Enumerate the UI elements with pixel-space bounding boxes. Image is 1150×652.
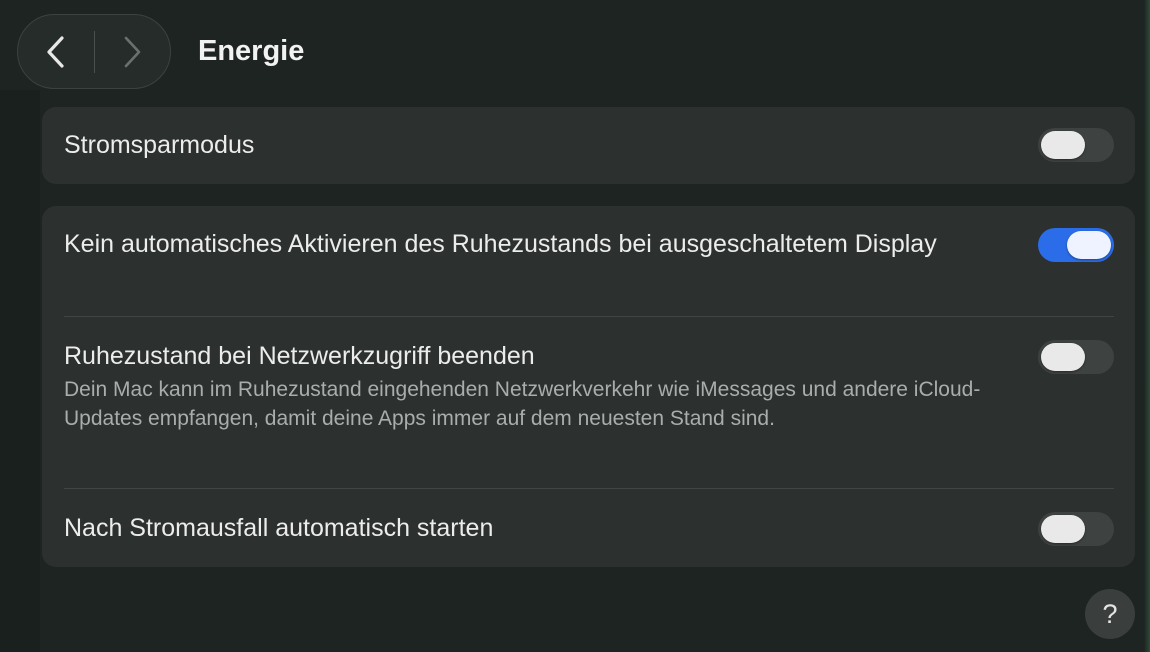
toggle-knob	[1041, 131, 1085, 159]
low-power-card: Stromsparmodus	[42, 107, 1135, 184]
forward-button[interactable]	[95, 15, 171, 88]
chevron-left-icon	[47, 35, 64, 68]
low-power-toggle[interactable]	[1038, 128, 1114, 162]
sidebar-edge	[0, 90, 40, 652]
auto-restart-row: Nach Stromausfall automatisch starten	[64, 512, 1114, 545]
chevron-right-icon	[124, 36, 141, 67]
row-divider	[64, 488, 1114, 489]
auto-restart-toggle[interactable]	[1038, 512, 1114, 546]
power-options-card: Kein automatisches Aktivieren des Ruhezu…	[42, 206, 1135, 567]
page-title: Energie	[198, 35, 305, 67]
toggle-knob	[1067, 231, 1111, 259]
wake-network-description: Dein Mac kann im Ruhezustand eingehenden…	[64, 378, 981, 430]
window-edge	[1144, 0, 1150, 652]
low-power-label: Stromsparmodus	[64, 131, 255, 159]
help-button[interactable]: ?	[1085, 589, 1135, 639]
back-button[interactable]	[18, 15, 94, 88]
wake-network-toggle[interactable]	[1038, 340, 1114, 374]
toggle-knob	[1041, 515, 1085, 543]
row-divider	[64, 316, 1114, 317]
navigation-pill	[17, 14, 171, 89]
settings-window: Energie Stromsparmodus Kein automatische…	[0, 0, 1150, 652]
wake-network-label: Ruhezustand bei Netzwerkzugriff beenden	[64, 342, 535, 370]
prevent-sleep-label: Kein automatisches Aktivieren des Ruhezu…	[64, 230, 937, 258]
wake-network-row: Ruhezustand bei Netzwerkzugriff beenden …	[64, 340, 1114, 433]
low-power-row: Stromsparmodus	[64, 129, 1114, 162]
auto-restart-label: Nach Stromausfall automatisch starten	[64, 514, 494, 542]
prevent-sleep-toggle[interactable]	[1038, 228, 1114, 262]
prevent-sleep-row: Kein automatisches Aktivieren des Ruhezu…	[64, 228, 1114, 261]
toggle-knob	[1041, 343, 1085, 371]
